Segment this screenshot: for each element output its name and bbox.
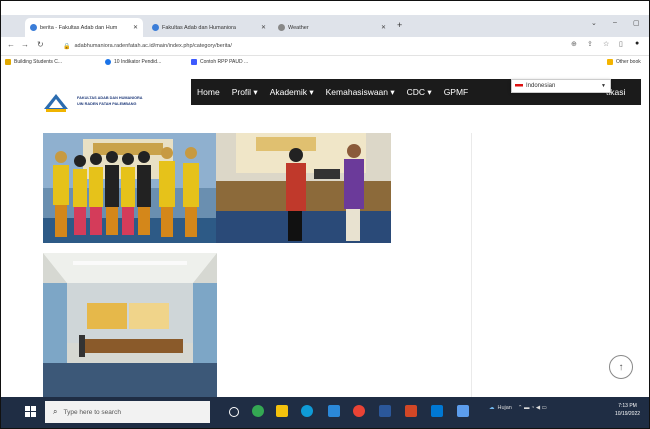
tablet-icon[interactable]: ▯ [619,40,623,48]
bookmark-icon [5,59,11,65]
chrome-alt-icon[interactable] [353,405,365,417]
star-icon[interactable]: ☆ [603,40,609,48]
chrome-icon[interactable] [252,405,264,417]
faculty-logo-icon[interactable] [43,93,69,113]
search-icon: ⌕ [53,407,58,416]
profile-icon[interactable]: ● [635,40,639,47]
url-field[interactable]: 🔒 adabhumaniora.radenfatah.ac.id/main/in… [63,40,583,52]
site-favicon-icon [30,24,37,31]
nav-item-gpmf[interactable]: GPMF [444,87,469,97]
address-bar-row: ← → ↻ 🔒 adabhumaniora.radenfatah.ac.id/m… [1,37,649,56]
word-icon[interactable] [379,405,391,417]
weather-icon: ☁ [489,405,495,411]
main-content: ↑ [1,133,649,397]
reload-icon[interactable]: ↻ [37,40,44,49]
new-tab-button[interactable]: + [397,20,402,30]
chevron-down-icon: ▼ [601,83,606,89]
system-tray[interactable]: ☁ Hujan ⌃ ▬ ◔ ◀ ▭ [489,405,547,411]
clock-time: 7:13 PM [618,403,637,409]
bookmark-item[interactable]: 10 Indikator Pendid... [105,59,161,65]
edge-icon[interactable] [301,405,313,417]
bookmark-label: Other book [616,59,641,65]
minimize-icon[interactable]: – [613,19,617,26]
search-placeholder: Type here to search [63,408,121,416]
indonesia-flag-icon [515,83,523,89]
logo-text-line: UIN RADEN FATAH PALEMBANG [77,102,137,106]
browser-tab-strip: berita - Fakultas Adab dan Hum ✕ Fakulta… [1,15,649,37]
bookmark-item[interactable]: Building Students C... [5,59,62,65]
bookmark-label: 10 Indikator Pendid... [114,59,162,65]
bookmark-icon [105,59,111,65]
chevron-down-icon[interactable]: ⌄ [591,19,597,27]
share-icon[interactable]: ⇪ [587,40,593,48]
nav-item-akademik[interactable]: Akademik ▾ [270,87,314,98]
weather-favicon-icon [278,24,285,31]
bookmarks-bar: Building Students C... 10 Indikator Pend… [1,56,649,70]
tab-label: berita - Fakultas Adab dan Hum [40,24,118,31]
folder-icon [607,59,613,65]
bookmark-icon [191,59,197,65]
photos-icon[interactable] [457,405,469,417]
url-text: adabhumaniora.radenfatah.ac.id/main/inde… [74,43,232,49]
tab-berita[interactable]: berita - Fakultas Adab dan Hum ✕ [25,18,143,37]
maximize-icon[interactable]: ▢ [633,19,640,27]
bookmark-label: Contoh RPP PAUD ... [200,59,249,65]
clock-date: 10/19/2022 [615,411,641,417]
tab-label: Weather [288,24,309,31]
logo-text[interactable]: FAKULTAS ADAB DAN HUMANIORA UIN RADEN FA… [77,95,157,107]
nav-item-cdc[interactable]: CDC ▾ [407,87,432,98]
zoom-icon[interactable]: ⊕ [571,40,577,48]
close-icon[interactable]: ✕ [381,24,386,31]
nav-item-kemahasiswaan[interactable]: Kemahasiswaan ▾ [326,87,395,98]
bookmark-item[interactable]: Contoh RPP PAUD ... [191,59,248,65]
language-select[interactable]: Indonesian ▼ [511,79,611,93]
scroll-to-top-button[interactable]: ↑ [609,355,633,379]
forward-icon[interactable]: → [21,40,29,49]
task-view-icon[interactable] [229,407,239,417]
language-label: Indonesian [526,83,556,89]
tab-weather[interactable]: Weather ✕ [273,18,391,37]
file-explorer-icon[interactable] [276,405,288,417]
weather-label: Hujan [497,405,512,411]
news-photo-ceremony[interactable] [216,133,391,243]
close-icon[interactable]: ✕ [133,24,138,31]
powerpoint-icon[interactable] [405,405,417,417]
bookmark-item[interactable]: Other book [607,59,641,65]
system-clock[interactable]: 7:13 PM 10/19/2022 [615,402,640,418]
screenshot-frame: berita - Fakultas Adab dan Hum ✕ Fakulta… [0,0,650,429]
news-photo-hall[interactable] [43,253,217,397]
store-icon[interactable] [328,405,340,417]
lock-icon: 🔒 [63,43,71,50]
tab-label: Fakultas Adab dan Humaniora [162,24,236,31]
windows-taskbar: ⌕ Type here to search ☁ Hujan ⌃ ▬ ◔ ◀ ▭ … [1,397,649,428]
nav-item-profil[interactable]: Profil ▾ [232,87,258,98]
back-icon[interactable]: ← [7,40,15,49]
site-favicon-icon [152,24,159,31]
taskbar-search-box[interactable]: ⌕ Type here to search [45,401,210,423]
tray-icons: ⌃ ▬ ◔ ◀ ▭ [517,405,547,411]
sidebar-divider [471,133,472,397]
mail-icon[interactable] [431,405,443,417]
arrow-up-icon: ↑ [618,361,624,373]
news-photo-group[interactable] [43,133,216,243]
windows-start-icon[interactable] [25,406,36,417]
nav-item-home[interactable]: Home [197,87,220,97]
tab-fakultas[interactable]: Fakultas Adab dan Humaniora ✕ [147,18,271,37]
close-icon[interactable]: ✕ [261,24,266,31]
bookmark-label: Building Students C... [14,59,63,65]
